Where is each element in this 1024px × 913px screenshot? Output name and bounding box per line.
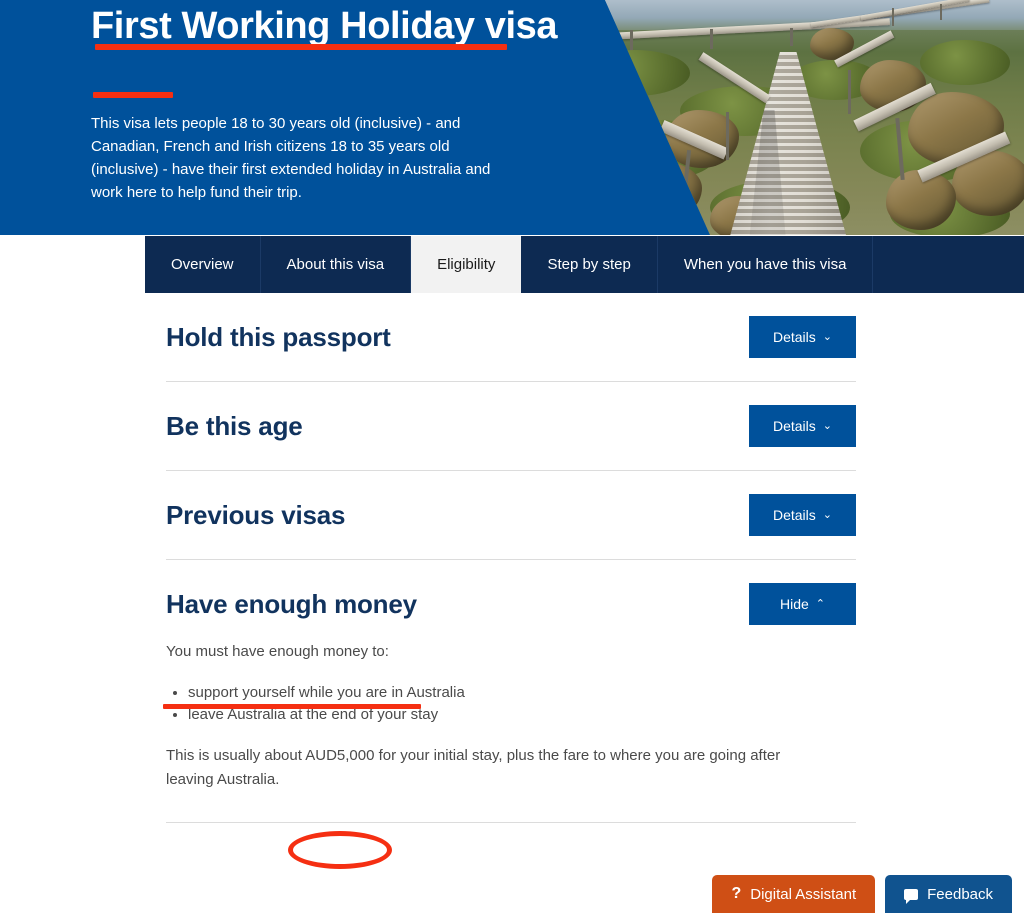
hero-image (605, 0, 1024, 235)
eligibility-accordion: Hold this passport Details ⌄ Be this age… (166, 293, 856, 823)
accordion-title: Be this age (166, 410, 303, 441)
hero-text-block: First Working Holiday visa This visa let… (0, 0, 620, 235)
tab-when-you-have-this-visa[interactable]: When you have this visa (657, 236, 874, 293)
hero-banner: First Working Holiday visa This visa let… (0, 0, 1024, 235)
accordion-title: Have enough money (166, 588, 417, 619)
feedback-button[interactable]: Feedback (885, 875, 1012, 913)
accordion-item-be-this-age: Be this age Details ⌄ (166, 382, 856, 470)
visa-tab-nav: Overview About this visa Eligibility Ste… (145, 236, 874, 293)
tab-about-this-visa[interactable]: About this visa (260, 236, 412, 293)
details-button-label: Details (772, 329, 816, 345)
speech-bubble-icon (904, 888, 919, 904)
accordion-title: Hold this passport (166, 321, 391, 352)
chevron-down-icon: ⌄ (822, 330, 832, 343)
accordion-title: Previous visas (166, 499, 346, 530)
details-button-hold-this-passport[interactable]: Details ⌄ (749, 316, 856, 358)
money-note-text: This is usually about AUD5,000 for your … (166, 747, 781, 788)
main-content: Hold this passport Details ⌄ Be this age… (0, 293, 1024, 913)
chevron-down-icon: ⌄ (822, 508, 832, 521)
hide-button-have-enough-money[interactable]: Hide ⌃ (749, 583, 856, 625)
floating-action-bar: ? Digital Assistant Feedback (712, 875, 1024, 913)
accordion-item-previous-visas: Previous visas Details ⌄ (166, 471, 856, 559)
details-button-label: Details (772, 507, 816, 523)
details-button-previous-visas[interactable]: Details ⌄ (749, 494, 856, 536)
money-requirements-list: support yourself while you are in Austra… (166, 682, 856, 726)
tab-step-by-step[interactable]: Step by step (521, 236, 658, 293)
page-root: First Working Holiday visa This visa let… (0, 0, 1024, 913)
digital-assistant-button[interactable]: ? Digital Assistant (712, 875, 876, 913)
section-divider-bottom (166, 822, 856, 823)
question-mark-icon: ? (731, 885, 742, 902)
details-button-label: Details (772, 418, 816, 434)
hero-description: This visa lets people 18 to 30 years old… (91, 115, 491, 201)
accordion-item-have-enough-money: Have enough money Hide ⌃ (166, 560, 856, 648)
tab-eligibility[interactable]: Eligibility (411, 236, 522, 293)
hide-button-label: Hide (779, 596, 809, 612)
chevron-up-icon: ⌃ (815, 597, 825, 610)
accordion-item-hold-this-passport: Hold this passport Details ⌄ (166, 293, 856, 381)
details-button-be-this-age[interactable]: Details ⌄ (749, 405, 856, 447)
feedback-label: Feedback (927, 885, 993, 903)
list-item: leave Australia at the end of your stay (188, 704, 856, 726)
digital-assistant-label: Digital Assistant (750, 885, 857, 903)
chevron-down-icon: ⌄ (822, 419, 832, 432)
page-title: First Working Holiday visa (91, 5, 558, 47)
list-item: support yourself while you are in Austra… (188, 682, 856, 704)
tab-overview[interactable]: Overview (145, 236, 261, 293)
have-enough-money-body: You must have enough money to: support y… (166, 640, 856, 792)
